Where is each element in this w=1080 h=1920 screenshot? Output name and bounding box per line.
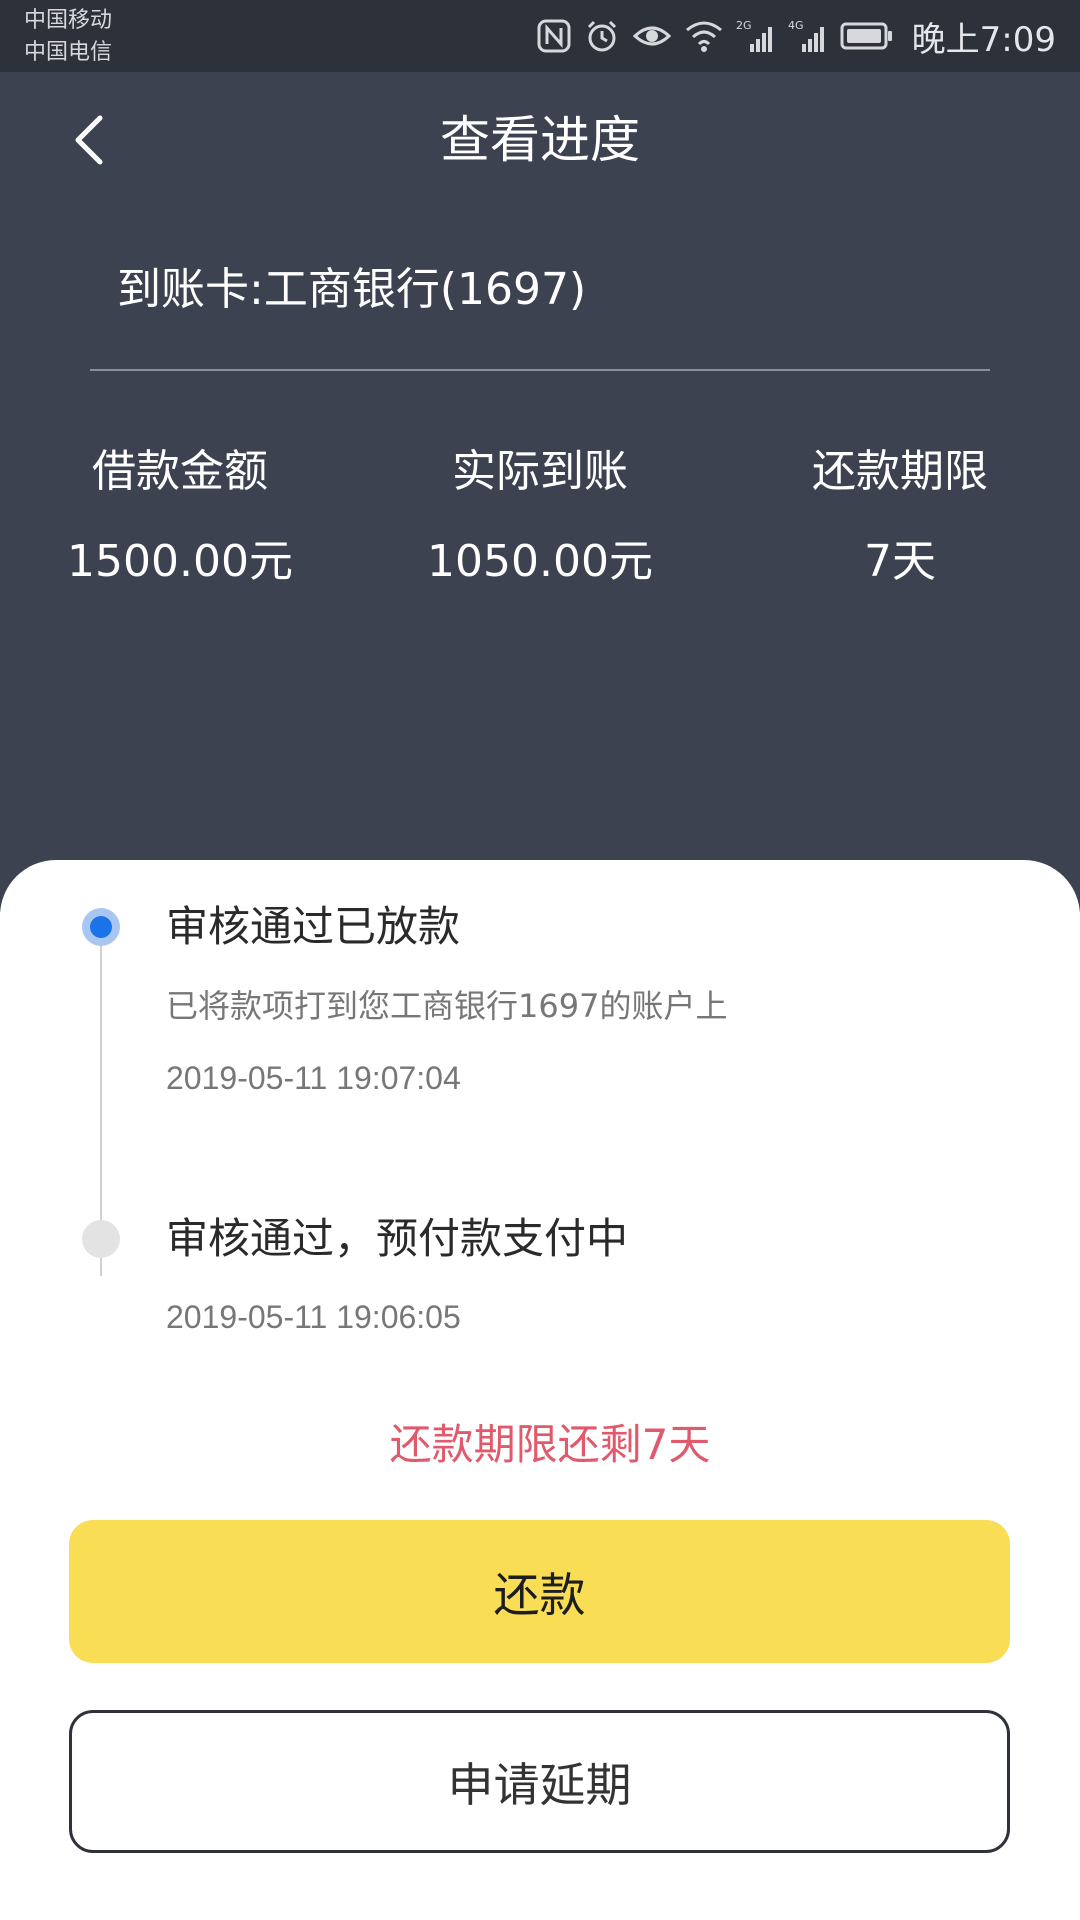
carrier-label-2: 中国电信: [24, 40, 113, 65]
signal-4g-icon: 4G: [788, 18, 828, 54]
carrier-label-1: 中国移动: [24, 8, 113, 33]
page-title: 查看进度: [440, 111, 640, 169]
eye-icon: [632, 18, 672, 54]
progress-sheet: 审核通过已放款 已将款项打到您工商银行1697的账户上 2019-05-11 1…: [0, 860, 1080, 1920]
remaining-days-notice: 还款期限还剩7天: [389, 1420, 711, 1469]
timeline-step-time: 2019-05-11 19:06:05: [166, 1299, 461, 1335]
signal-2g-icon: 2G: [736, 18, 776, 54]
timeline-dot-inactive: [82, 1220, 120, 1258]
status-bar: 中国移动 中国电信 2G 4G 晚上7:09: [0, 0, 1080, 72]
stat-repayment-term: 还款期限 7天: [720, 442, 1080, 592]
progress-header: 查看进度 到账卡:工商银行(1697) 借款金额 1500.00元 实际到账 1…: [0, 72, 1080, 912]
battery-icon: [840, 18, 894, 54]
nfc-icon: [536, 18, 572, 54]
timeline-step-title: 审核通过，预付款支付中: [166, 1214, 629, 1263]
status-time: 晚上7:09: [911, 19, 1056, 60]
status-icons: 2G 4G 晚上7:09: [536, 12, 1056, 60]
svg-text:4G: 4G: [788, 19, 804, 32]
stat-value: 1050.00元: [427, 536, 653, 587]
stat-label: 借款金额: [92, 446, 268, 497]
stat-loan-amount: 借款金额 1500.00元: [0, 442, 360, 592]
receiving-card-label: 到账卡:工商银行(1697): [117, 264, 587, 315]
alarm-icon: [584, 18, 620, 54]
stat-value: 1500.00元: [67, 536, 293, 587]
svg-text:2G: 2G: [736, 19, 752, 32]
stat-value: 7天: [864, 536, 936, 587]
apply-extension-button[interactable]: 申请延期: [69, 1710, 1010, 1853]
timeline-step-time: 2019-05-11 19:07:04: [166, 1060, 461, 1096]
stat-actual-received: 实际到账 1050.00元: [360, 442, 720, 592]
timeline-step-title: 审核通过已放款: [166, 902, 461, 951]
timeline-dot-active: [82, 908, 120, 946]
repay-button[interactable]: 还款: [69, 1520, 1010, 1663]
wifi-icon: [684, 18, 724, 54]
timeline-step-desc: 已将款项打到您工商银行1697的账户上: [166, 987, 728, 1025]
stat-label: 还款期限: [812, 446, 988, 497]
header-divider: [90, 369, 990, 371]
stat-label: 实际到账: [452, 446, 628, 497]
